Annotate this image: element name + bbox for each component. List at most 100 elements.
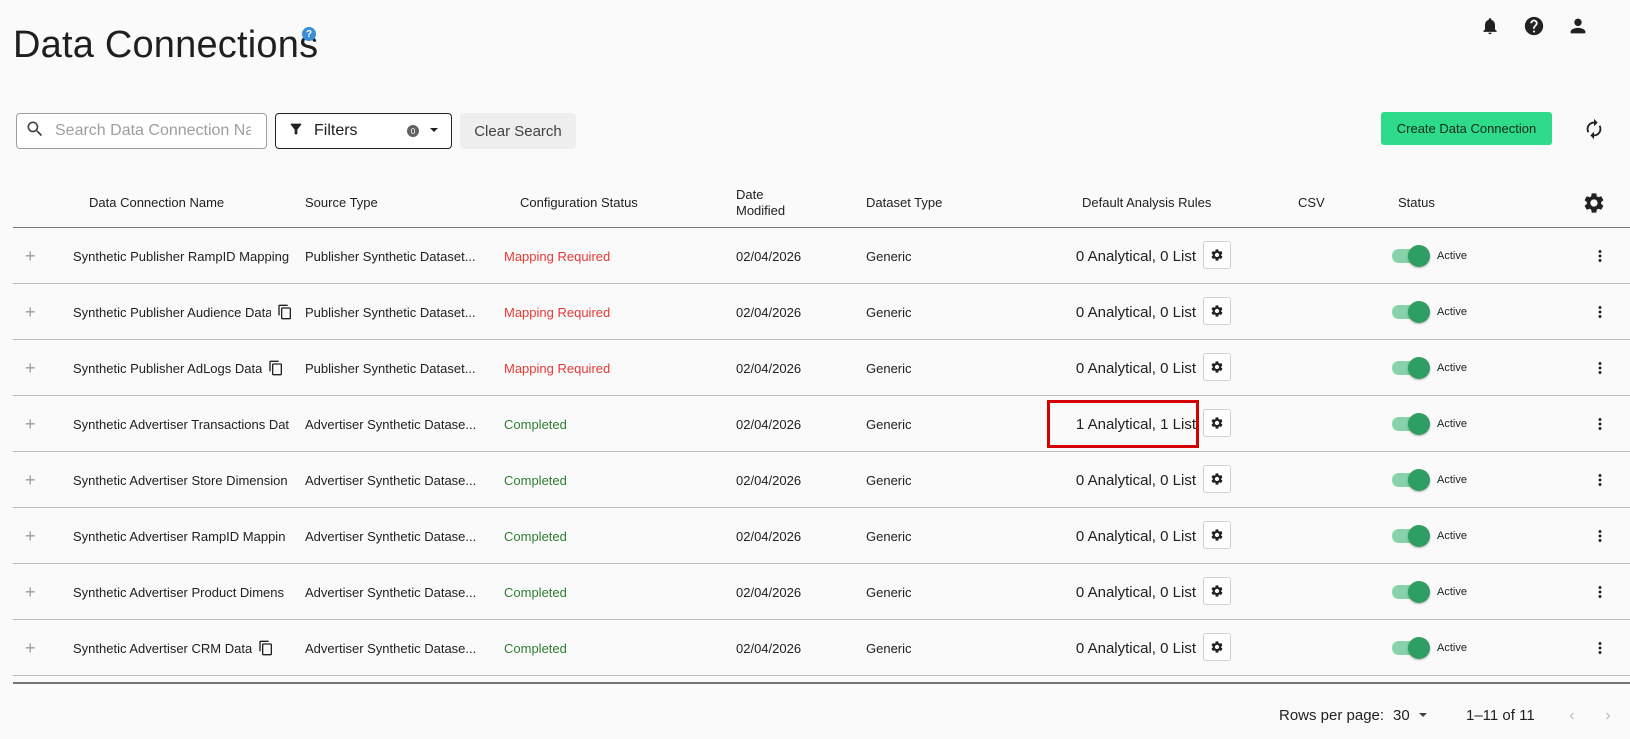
connection-name[interactable]: Synthetic Advertiser Store Dimension — [73, 473, 288, 488]
expand-row-icon[interactable]: + — [25, 620, 36, 676]
status-toggle[interactable] — [1392, 468, 1430, 492]
col-header-rules[interactable]: Default Analysis Rules — [1082, 178, 1211, 228]
connection-name-cell: Synthetic Advertiser Product Dimens — [73, 564, 293, 620]
create-data-connection-button[interactable]: Create Data Connection — [1381, 112, 1552, 145]
expand-row-icon[interactable]: + — [25, 284, 36, 340]
configuration-status[interactable]: Completed — [504, 396, 567, 452]
expand-row-icon[interactable]: + — [25, 228, 36, 284]
status-toggle[interactable] — [1392, 636, 1430, 660]
status-toggle[interactable] — [1392, 244, 1430, 268]
table-row[interactable]: + Synthetic Publisher RampID Mapping Publi… — [13, 228, 1630, 284]
more-options-icon[interactable] — [1588, 244, 1612, 268]
next-page-icon[interactable] — [1598, 706, 1618, 726]
more-options-icon[interactable] — [1588, 524, 1612, 548]
analysis-rules: 0 Analytical, 0 List — [1075, 471, 1196, 489]
connection-name[interactable]: Synthetic Advertiser Transactions Dat — [73, 417, 289, 432]
configuration-status[interactable]: Mapping Required — [504, 228, 610, 284]
analysis-rules-settings-icon[interactable] — [1203, 521, 1231, 549]
copy-icon[interactable] — [277, 304, 293, 320]
configuration-status[interactable]: Completed — [504, 508, 567, 564]
connection-name[interactable]: Synthetic Publisher AdLogs Data — [73, 361, 262, 376]
user-account-icon[interactable] — [1566, 14, 1590, 38]
more-options-icon[interactable] — [1588, 468, 1612, 492]
expand-row-icon[interactable]: + — [25, 452, 36, 508]
help-icon[interactable]: ? — [302, 27, 316, 41]
more-options-icon[interactable] — [1588, 356, 1612, 380]
top-icon-bar — [1478, 14, 1590, 38]
status-toggle[interactable] — [1392, 524, 1430, 548]
table-row[interactable]: + Synthetic Advertiser CRM Data Advertiser… — [13, 620, 1630, 676]
analysis-rules-settings-icon[interactable] — [1203, 241, 1231, 269]
dataset-type: Generic — [866, 304, 912, 320]
source-type: Advertiser Synthetic Datase... — [305, 416, 477, 432]
filters-button[interactable]: Filters 0 — [275, 113, 452, 149]
date-modified: 02/04/2026 — [736, 584, 802, 600]
status-toggle[interactable] — [1392, 412, 1430, 436]
copy-icon[interactable] — [258, 640, 274, 656]
status-label: Active — [1437, 250, 1467, 262]
table-row[interactable]: + Synthetic Publisher Audience Data Publis… — [13, 284, 1630, 340]
column-settings-gear-icon[interactable] — [1582, 191, 1606, 215]
configuration-status[interactable]: Mapping Required — [504, 340, 610, 396]
col-header-status[interactable]: Status — [1398, 178, 1435, 228]
search-box — [16, 113, 267, 149]
expand-row-icon[interactable]: + — [25, 508, 36, 564]
refresh-icon[interactable] — [1582, 117, 1606, 141]
col-header-dataset[interactable]: Dataset Type — [866, 178, 942, 228]
search-input[interactable] — [53, 121, 253, 141]
data-connections-table: Data Connection Name Source Type Configu… — [13, 178, 1630, 676]
expand-row-icon[interactable]: + — [25, 396, 36, 452]
analysis-rules: 0 Analytical, 0 List — [1075, 247, 1196, 265]
source-type: Publisher Synthetic Dataset... — [305, 304, 476, 320]
analysis-rules-settings-icon[interactable] — [1203, 353, 1231, 381]
prev-page-icon[interactable] — [1562, 706, 1582, 726]
analysis-rules-settings-icon[interactable] — [1203, 465, 1231, 493]
more-options-icon[interactable] — [1588, 300, 1612, 324]
analysis-rules-settings-icon[interactable] — [1203, 409, 1231, 437]
table-row[interactable]: + Synthetic Advertiser RampID Mappin Adver… — [13, 508, 1630, 564]
status-toggle[interactable] — [1392, 580, 1430, 604]
more-options-icon[interactable] — [1588, 412, 1612, 436]
date-modified: 02/04/2026 — [736, 416, 802, 432]
col-header-csv[interactable]: CSV — [1298, 178, 1325, 228]
source-type: Advertiser Synthetic Datase... — [305, 640, 477, 656]
clear-search-button[interactable]: Clear Search — [460, 113, 576, 149]
help-circle-icon[interactable] — [1522, 14, 1546, 38]
expand-row-icon[interactable]: + — [25, 340, 36, 396]
copy-icon[interactable] — [268, 360, 284, 376]
status-toggle[interactable] — [1392, 356, 1430, 380]
status-label: Active — [1437, 642, 1467, 654]
table-row[interactable]: + Synthetic Advertiser Transactions Dat Ad… — [13, 396, 1630, 452]
status-label: Active — [1437, 418, 1467, 430]
rows-per-page-select[interactable]: 30 — [1393, 707, 1428, 724]
connection-name-cell: Synthetic Advertiser RampID Mappin — [73, 508, 293, 564]
connection-name[interactable]: Synthetic Publisher Audience Data — [73, 305, 271, 320]
col-header-config[interactable]: Configuration Status — [520, 178, 638, 228]
table-row[interactable]: + Synthetic Advertiser Store Dimension Adv… — [13, 452, 1630, 508]
connection-name[interactable]: Synthetic Publisher RampID Mapping — [73, 249, 289, 264]
configuration-status[interactable]: Completed — [504, 620, 567, 676]
col-header-date[interactable]: Date Modified — [736, 178, 796, 228]
analysis-rules-settings-icon[interactable] — [1203, 577, 1231, 605]
configuration-status[interactable]: Mapping Required — [504, 284, 610, 340]
table-row[interactable]: + Synthetic Publisher AdLogs Data Publishe… — [13, 340, 1630, 396]
connection-name[interactable]: Synthetic Advertiser CRM Data — [73, 641, 252, 656]
col-header-name[interactable]: Data Connection Name — [89, 178, 224, 228]
analysis-rules-settings-icon[interactable] — [1203, 297, 1231, 325]
rows-per-page-value: 30 — [1393, 707, 1410, 724]
date-modified: 02/04/2026 — [736, 304, 802, 320]
table-row[interactable]: + Synthetic Advertiser Product Dimens Adve… — [13, 564, 1630, 620]
bell-icon[interactable] — [1478, 14, 1502, 38]
connection-name[interactable]: Synthetic Advertiser Product Dimens — [73, 585, 284, 600]
configuration-status[interactable]: Completed — [504, 564, 567, 620]
connection-name[interactable]: Synthetic Advertiser RampID Mappin — [73, 529, 285, 544]
col-header-source[interactable]: Source Type — [305, 178, 378, 228]
analysis-rules-settings-icon[interactable] — [1203, 633, 1231, 661]
configuration-status[interactable]: Completed — [504, 452, 567, 508]
source-type: Advertiser Synthetic Datase... — [305, 584, 477, 600]
more-options-icon[interactable] — [1588, 580, 1612, 604]
more-options-icon[interactable] — [1588, 636, 1612, 660]
status-label: Active — [1437, 586, 1467, 598]
expand-row-icon[interactable]: + — [25, 564, 36, 620]
status-toggle[interactable] — [1392, 300, 1430, 324]
